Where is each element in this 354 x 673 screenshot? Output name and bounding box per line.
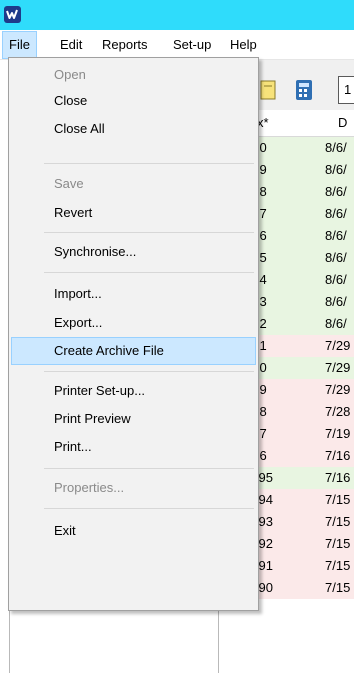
menu-item-close-all[interactable]: Close All: [11, 115, 256, 143]
row-date: 8/6/: [295, 247, 354, 269]
row-date: 7/15: [295, 489, 354, 511]
menu-help[interactable]: Help: [224, 31, 263, 59]
row-date: 7/15: [295, 555, 354, 577]
app-logo-icon: [4, 6, 21, 23]
row-date: 7/29: [295, 379, 354, 401]
menu-separator: [44, 272, 254, 273]
row-date: 7/15: [295, 577, 354, 599]
row-date: 8/6/: [295, 159, 354, 181]
row-date: 7/15: [295, 511, 354, 533]
menu-separator: [44, 371, 254, 372]
menu-item-print-preview[interactable]: Print Preview: [11, 405, 256, 433]
row-date: 8/6/: [295, 269, 354, 291]
menu-item-printer-setup[interactable]: Printer Set-up...: [11, 377, 256, 405]
row-date: 8/6/: [295, 291, 354, 313]
note-icon[interactable]: [256, 78, 280, 102]
menu-setup[interactable]: Set-up: [167, 31, 217, 59]
row-date: 7/29: [295, 357, 354, 379]
row-date: 7/15: [295, 533, 354, 555]
row-date: 8/6/: [295, 137, 354, 159]
menu-item-synchronise[interactable]: Synchronise...: [11, 238, 256, 266]
row-date: 7/28: [295, 401, 354, 423]
menu-separator: [44, 468, 254, 469]
calculator-icon[interactable]: [292, 78, 316, 102]
menu-item-import[interactable]: Import...: [11, 280, 256, 308]
menu-bar: File Edit Reports Set-up Help: [0, 31, 354, 60]
row-date: 8/6/: [295, 181, 354, 203]
menu-item-create-archive-file[interactable]: Create Archive File: [11, 337, 256, 365]
file-menu-dropdown: Open Close Close All Save Revert Synchro…: [8, 57, 259, 611]
row-date: 7/16: [295, 445, 354, 467]
menu-item-print[interactable]: Print...: [11, 433, 256, 461]
title-bar: [0, 0, 354, 30]
menu-separator: [44, 232, 254, 233]
menu-item-export[interactable]: Export...: [11, 309, 256, 337]
menu-edit[interactable]: Edit: [54, 31, 88, 59]
menu-item-properties[interactable]: Properties...: [11, 474, 256, 502]
partial-toolbar-button[interactable]: 1: [338, 76, 354, 104]
row-date: 7/19: [295, 423, 354, 445]
menu-separator: [44, 163, 254, 164]
menu-item-open[interactable]: Open: [11, 61, 256, 89]
row-date: 7/16: [295, 467, 354, 489]
menu-file[interactable]: File: [2, 31, 37, 59]
menu-item-close[interactable]: Close: [11, 87, 256, 115]
menu-item-exit[interactable]: Exit: [11, 517, 256, 545]
menu-separator: [44, 508, 254, 509]
column-header-date[interactable]: D: [338, 110, 347, 136]
row-date: 8/6/: [295, 313, 354, 335]
menu-reports[interactable]: Reports: [96, 31, 154, 59]
row-date: 8/6/: [295, 203, 354, 225]
menu-item-save[interactable]: Save: [11, 170, 256, 198]
menu-item-revert[interactable]: Revert: [11, 199, 256, 227]
row-date: 7/29: [295, 335, 354, 357]
row-date: 8/6/: [295, 225, 354, 247]
